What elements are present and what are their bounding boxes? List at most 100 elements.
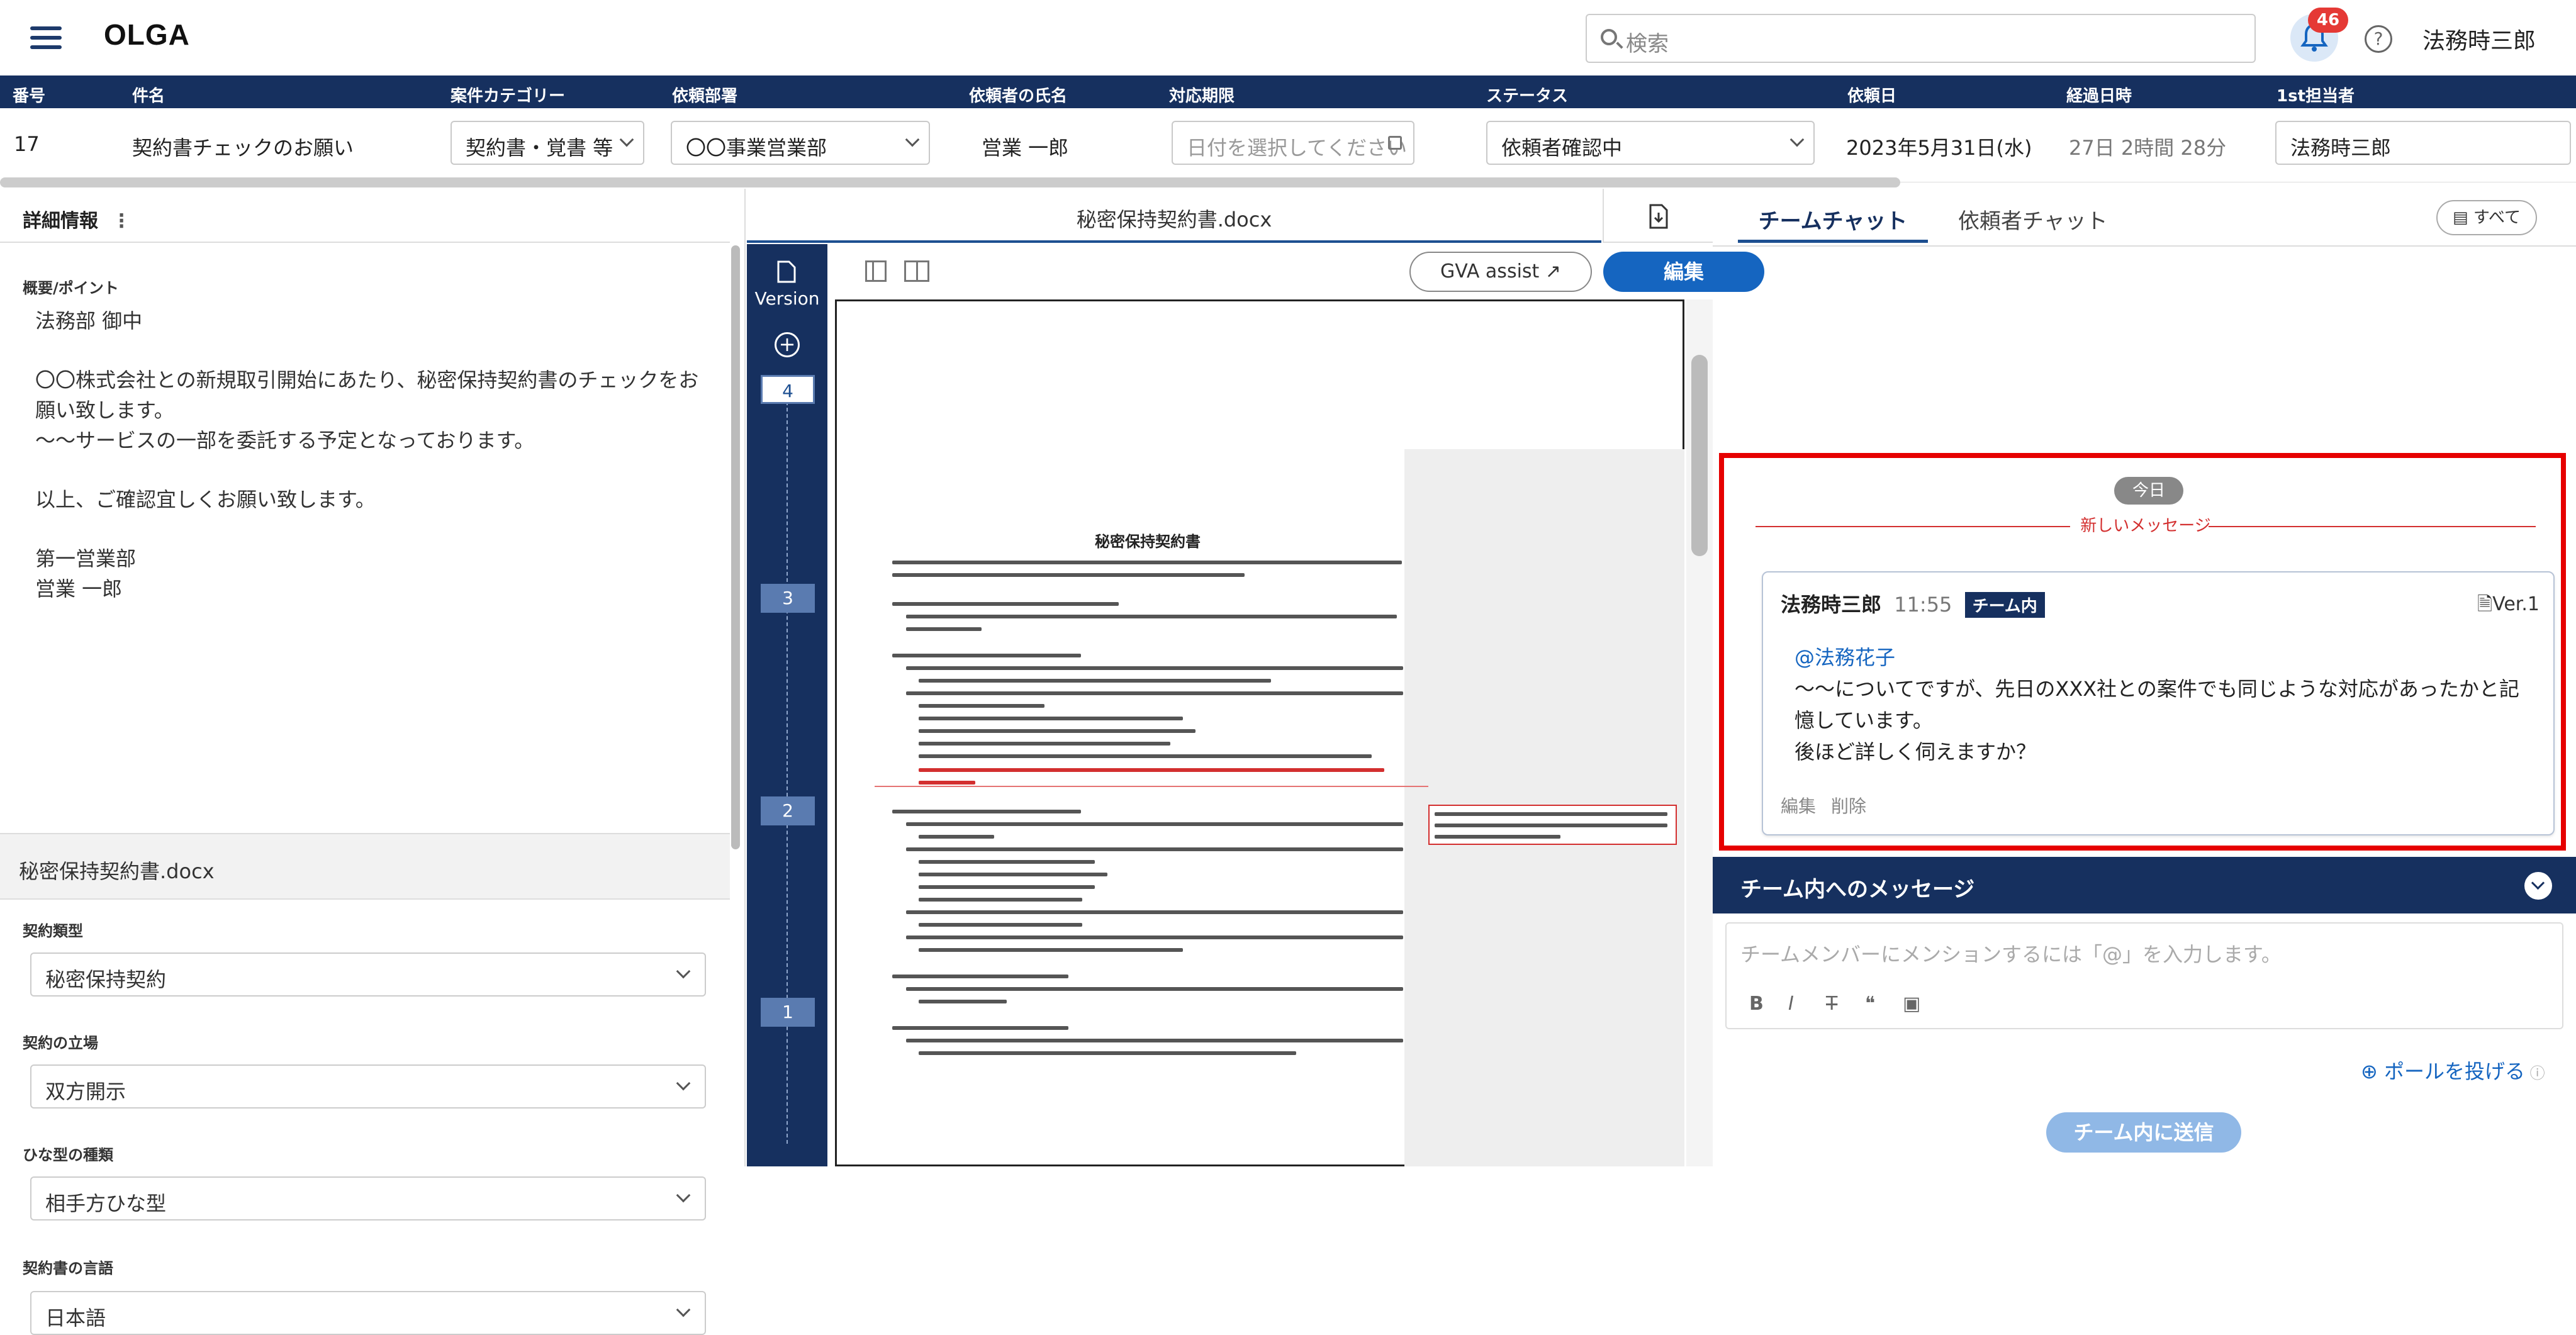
- help-icon[interactable]: ?: [2365, 25, 2392, 53]
- row-elapsed: 27日 2時間 28分: [2069, 136, 2227, 160]
- filter-all-button[interactable]: ▤ すべて: [2436, 200, 2537, 235]
- deadline-placeholder: 日付を選択してください: [1187, 136, 1408, 160]
- assignee-field[interactable]: 法務時三郎: [2275, 121, 2571, 165]
- tab-requester-chat[interactable]: 依頼者チャット: [1958, 189, 2108, 243]
- send-button[interactable]: チーム内に送信: [2046, 1112, 2241, 1153]
- document-tab[interactable]: 秘密保持契約書.docx: [747, 189, 1601, 243]
- top-bar: OLGA 検索 46 ? 法務時三郎: [0, 0, 2576, 75]
- team-chip: チーム内: [1964, 592, 2045, 618]
- col-no[interactable]: 番号: [13, 83, 45, 106]
- document-name-bar[interactable]: 秘密保持契約書.docx: [0, 833, 730, 900]
- message-delete-link[interactable]: 削除: [1831, 793, 1866, 818]
- summary-line: 〜〜サービスの一部を委託する予定となっております。: [35, 428, 535, 452]
- summary-label: 概要/ポイント: [23, 279, 119, 297]
- strikethrough-icon[interactable]: T: [1826, 993, 1837, 1015]
- field-label: 契約類型: [23, 922, 83, 940]
- date-divider-pill: 今日: [2114, 477, 2183, 505]
- comment-connector: [875, 786, 1428, 787]
- col-dept[interactable]: 依頼部署: [672, 83, 737, 106]
- external-link-icon: ↗: [1545, 260, 1561, 282]
- col-elapsed[interactable]: 経過日時: [2066, 83, 2132, 106]
- col-category[interactable]: 案件カテゴリー: [451, 83, 565, 106]
- message-time: 11:55: [1894, 593, 1952, 617]
- summary-line: 以上、ご確認宜しくお願い致します。: [35, 488, 376, 511]
- summary-line: 願い致します。: [35, 398, 174, 422]
- image-icon[interactable]: ▣: [1903, 993, 1920, 1015]
- bold-icon[interactable]: B: [1749, 993, 1764, 1015]
- download-icon: [1649, 204, 1668, 229]
- field-label: 契約書の言語: [23, 1260, 113, 1277]
- search-input[interactable]: 検索: [1586, 14, 2256, 63]
- row-subject[interactable]: 契約書チェックのお願い: [132, 132, 354, 161]
- table-row[interactable]: 17 契約書チェックのお願い 契約書・覚書 等 〇〇事業営業部 営業 一郎 日付…: [0, 108, 2576, 182]
- menu-icon[interactable]: [30, 26, 62, 49]
- deadline-datepicker[interactable]: 日付を選択してください: [1172, 121, 1414, 165]
- language-select[interactable]: 日本語: [30, 1291, 706, 1335]
- col-assignee[interactable]: 1st担当者: [2276, 83, 2355, 106]
- search-icon: [1601, 29, 1617, 45]
- summary-line: 営業 一郎: [35, 577, 123, 601]
- col-deadline[interactable]: 対応期限: [1169, 83, 1235, 106]
- chat-message-card[interactable]: 法務時三郎 11:55 チーム内 🗎Ver.1 @法務花子 〜〜についてですが、…: [1762, 571, 2555, 835]
- status-select[interactable]: 依頼者確認中: [1486, 121, 1815, 165]
- template-type-select[interactable]: 相手方ひな型: [30, 1176, 706, 1220]
- version-marker[interactable]: 4: [761, 375, 815, 404]
- compose-header[interactable]: チーム内へのメッセージ: [1713, 857, 2576, 913]
- message-input[interactable]: チームメンバーにメンションするには「@」を入力します。 B I T ❝ ▣: [1725, 922, 2563, 1029]
- field-label: 契約の立場: [23, 1034, 98, 1052]
- contract-position-select[interactable]: 双方開示: [30, 1064, 706, 1109]
- document-scrollbar[interactable]: [1686, 299, 1713, 1166]
- chevron-down-icon: [1789, 132, 1805, 147]
- user-name[interactable]: 法務時三郎: [2422, 23, 2536, 55]
- horizontal-scrollbar[interactable]: [0, 177, 1900, 187]
- download-button[interactable]: [1603, 189, 1713, 243]
- poll-label: ポールを投げる: [2383, 1059, 2525, 1083]
- add-version-icon[interactable]: +: [775, 332, 800, 357]
- document-icon: [777, 260, 796, 283]
- detail-scrollbar[interactable]: [731, 245, 740, 849]
- contract-type-value: 秘密保持契約: [45, 968, 167, 991]
- message-placeholder: チームメンバーにメンションするには「@」を入力します。: [1740, 942, 2282, 966]
- version-marker[interactable]: 2: [761, 796, 815, 825]
- col-subject[interactable]: 件名: [132, 83, 165, 106]
- app-logo: OLGA: [104, 18, 190, 51]
- collapse-icon[interactable]: [2524, 872, 2552, 900]
- dept-select[interactable]: 〇〇事業営業部: [671, 121, 930, 165]
- notification-count-badge: 46: [2308, 8, 2348, 33]
- version-label: Version: [754, 288, 820, 309]
- file-icon: 🗎: [2477, 593, 2493, 615]
- new-messages-divider: 新しいメッセージ: [1756, 513, 2536, 539]
- status-value: 依頼者確認中: [1501, 136, 1623, 160]
- quote-icon[interactable]: ❝: [1865, 993, 1875, 1015]
- contract-type-select[interactable]: 秘密保持契約: [30, 952, 706, 997]
- chat-panel: チームチャット 依頼者チャット ▤ すべて 今日 新しいメッセージ 法務時三郎 …: [1713, 189, 2576, 1166]
- col-requester[interactable]: 依頼者の氏名: [969, 83, 1067, 106]
- language-value: 日本語: [45, 1306, 106, 1330]
- tab-team-chat[interactable]: チームチャット: [1738, 189, 1928, 243]
- col-date[interactable]: 依頼日: [1847, 83, 1896, 106]
- compose-title: チーム内へのメッセージ: [1740, 877, 1975, 902]
- version-marker[interactable]: 3: [761, 584, 815, 613]
- more-icon[interactable]: ⋮: [112, 210, 131, 232]
- calendar-icon: [1388, 136, 1402, 150]
- col-status[interactable]: ステータス: [1486, 83, 1568, 106]
- row-no: 17: [14, 132, 40, 156]
- poll-button[interactable]: ⊕ ポールを投げる ⓘ: [2361, 1056, 2545, 1085]
- summary-line: 〇〇株式会社との新規取引開始にあたり、秘密保持契約書のチェックをお: [35, 368, 699, 392]
- message-mention[interactable]: @法務花子: [1795, 642, 1895, 671]
- document-page: 秘密保持契約書: [835, 299, 1684, 1166]
- message-edit-link[interactable]: 編集: [1781, 793, 1816, 818]
- italic-icon[interactable]: I: [1788, 993, 1794, 1015]
- category-value: 契約書・覚書 等: [466, 136, 613, 160]
- gva-assist-button[interactable]: GVA assist ↗: [1409, 252, 1592, 292]
- single-view-icon[interactable]: [865, 260, 887, 282]
- detail-title: 詳細情報: [23, 210, 98, 232]
- message-version-link[interactable]: 🗎Ver.1: [2477, 590, 2540, 622]
- version-marker[interactable]: 1: [761, 998, 815, 1027]
- split-view-icon[interactable]: [904, 260, 929, 282]
- comment-box[interactable]: [1428, 805, 1677, 845]
- category-select[interactable]: 契約書・覚書 等: [451, 121, 644, 165]
- message-author: 法務時三郎: [1781, 593, 1882, 617]
- chevron-down-icon: [676, 1302, 691, 1317]
- filter-all-label: すべて: [2473, 208, 2521, 227]
